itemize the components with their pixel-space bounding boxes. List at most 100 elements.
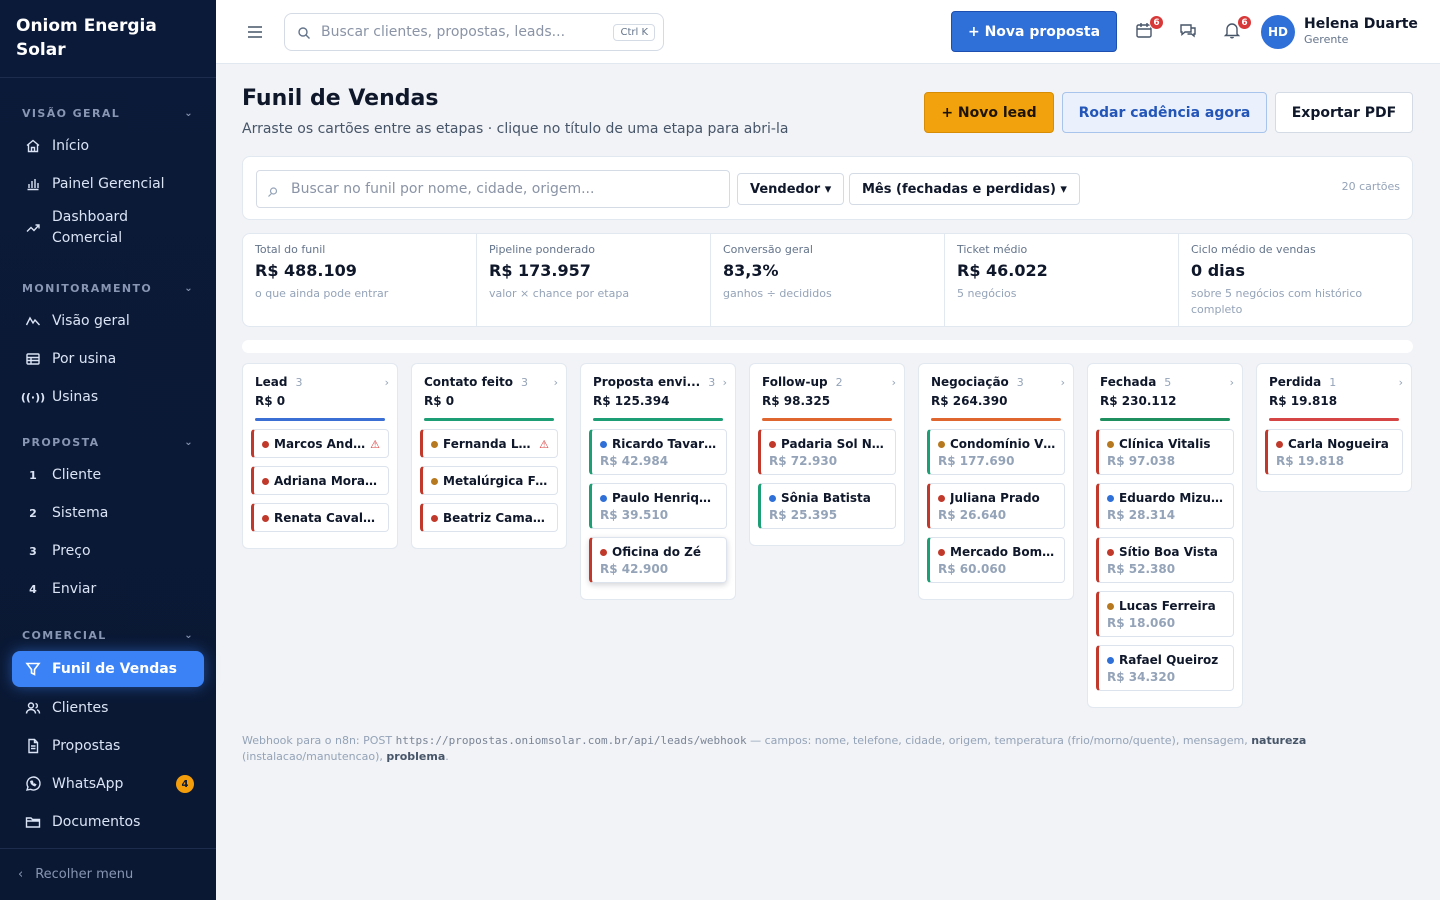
sidebar-item-label: Usinas xyxy=(52,389,99,405)
section-toggle-visao-geral[interactable]: VISÃO GERAL ⌄ xyxy=(0,104,216,122)
temperature-dot xyxy=(1107,602,1114,610)
collapse-menu-button[interactable]: ‹ Recolher menu xyxy=(0,848,216,900)
chat-icon xyxy=(1180,24,1196,38)
sidebar-item-por-usina[interactable]: Por usina xyxy=(0,340,216,378)
column-header[interactable]: Lead 3 › xyxy=(251,375,389,389)
temperature-dot xyxy=(1107,494,1114,502)
avatar[interactable]: HD xyxy=(1261,15,1295,49)
deal-card[interactable]: Renata Cavalca... xyxy=(251,503,389,532)
sidebar-item-clientes[interactable]: Clientes xyxy=(0,689,216,727)
column-header[interactable]: Perdida 1 › xyxy=(1265,375,1403,389)
deal-card[interactable]: Juliana Prado R$ 26.640 xyxy=(927,483,1065,529)
sidebar-item-label: Por usina xyxy=(52,351,117,367)
sidebar-item-painel-gerencial[interactable]: Painel Gerencial xyxy=(0,165,216,203)
sidebar-item-sistema[interactable]: 2 Sistema xyxy=(0,494,216,532)
webhook-prefix: Webhook para o n8n: POST xyxy=(242,734,393,747)
sidebar-item-dashboard-comercial[interactable]: Dashboard Comercial xyxy=(0,203,216,253)
column-count: 3 xyxy=(295,375,303,389)
deal-card[interactable]: Mercado Bom ... R$ 60.060 xyxy=(927,537,1065,583)
kanban-column: Negociação 3 › R$ 264.390 Condomínio Vil... R… xyxy=(918,363,1074,600)
kpi-value: R$ 46.022 xyxy=(957,261,1048,280)
deal-card-header: Sítio Boa Vista xyxy=(1107,545,1225,559)
sidebar-item-preco[interactable]: 3 Preço xyxy=(0,532,216,570)
sidebar-item-visao-geral[interactable]: Visão geral xyxy=(0,302,216,340)
funnel-search-placeholder: Buscar no funil por nome, cidade, origem… xyxy=(291,181,595,197)
search-icon xyxy=(267,183,279,197)
sidebar-item-label: Clientes xyxy=(52,700,109,716)
column-header[interactable]: Fechada 5 › xyxy=(1096,375,1234,389)
deal-card[interactable]: Carla Nogueira R$ 19.818 xyxy=(1265,429,1403,475)
sidebar-item-propostas[interactable]: Propostas xyxy=(0,727,216,765)
deal-card[interactable]: Sônia Batista R$ 25.395 xyxy=(758,483,896,529)
sidebar: Oniom Energia Solar VISÃO GERAL ⌄ Início… xyxy=(0,0,216,900)
temperature-dot xyxy=(769,494,776,502)
chat-button[interactable] xyxy=(1178,20,1200,42)
column-count: 3 xyxy=(708,375,716,389)
section-toggle-proposta[interactable]: PROPOSTA ⌄ xyxy=(0,433,216,451)
deal-card[interactable]: Sítio Boa Vista R$ 52.380 xyxy=(1096,537,1234,583)
sidebar-item-label: Propostas xyxy=(52,738,121,754)
deal-name: Padaria Sol Na... xyxy=(781,437,887,451)
kpi-note: ganhos ÷ decididos xyxy=(723,287,832,300)
deal-card[interactable]: Adriana Moraes xyxy=(251,466,389,495)
deal-card-header: Condomínio Vil... xyxy=(938,437,1056,451)
brand-name-line1: Oniom Energia xyxy=(16,16,157,36)
deal-card[interactable]: Paulo Henrique... R$ 39.510 xyxy=(589,483,727,529)
export-pdf-button[interactable]: Exportar PDF xyxy=(1275,92,1413,133)
section-toggle-monitoramento[interactable]: MONITORAMENTO ⌄ xyxy=(0,279,216,297)
sidebar-item-label: Funil de Vendas xyxy=(52,661,177,677)
step-number: 2 xyxy=(29,506,37,520)
notifications-button[interactable]: 6 xyxy=(1222,15,1252,42)
column-header[interactable]: Proposta envi... 3 › xyxy=(589,375,727,389)
seller-filter-select[interactable]: Vendedor ▾ xyxy=(737,173,845,205)
temperature-dot xyxy=(262,514,269,522)
sidebar-item-usinas[interactable]: ((·)) Usinas xyxy=(0,378,216,416)
deal-card[interactable]: Oficina do Zé R$ 42.900 xyxy=(589,537,727,583)
calendar-button[interactable]: 6 xyxy=(1134,15,1164,42)
deal-card-header: Mercado Bom ... xyxy=(938,545,1056,559)
new-proposal-button[interactable]: + Nova proposta xyxy=(951,11,1117,52)
column-header[interactable]: Contato feito 3 › xyxy=(420,375,558,389)
users-icon xyxy=(24,699,42,717)
global-search-input[interactable]: Buscar clientes, propostas, leads... Ctr… xyxy=(284,13,664,51)
deal-card[interactable]: Eduardo Mizuno R$ 28.314 xyxy=(1096,483,1234,529)
column-count: 3 xyxy=(1016,375,1024,389)
deal-card[interactable]: Lucas Ferreira R$ 18.060 xyxy=(1096,591,1234,637)
run-cadence-button[interactable]: Rodar cadência agora xyxy=(1062,92,1267,133)
new-lead-button[interactable]: + Novo lead xyxy=(924,92,1054,133)
month-filter-select[interactable]: Mês (fechadas e perdidas) ▾ xyxy=(849,173,1080,205)
deal-card[interactable]: Ricardo Tavares R$ 42.984 xyxy=(589,429,727,475)
deal-card[interactable]: Clínica Vitalis R$ 97.038 xyxy=(1096,429,1234,475)
deal-name: Clínica Vitalis xyxy=(1119,437,1211,451)
sidebar-item-label: Visão geral xyxy=(52,313,130,329)
hamburger-menu-icon[interactable] xyxy=(246,22,264,42)
deal-card-header: Rafael Queiroz xyxy=(1107,653,1225,667)
deal-card[interactable]: Rafael Queiroz R$ 34.320 xyxy=(1096,645,1234,691)
card-count: 20 cartões xyxy=(1341,180,1400,193)
sidebar-item-enviar[interactable]: 4 Enviar xyxy=(0,570,216,608)
column-total: R$ 0 xyxy=(255,394,286,408)
kpi-label: Total do funil xyxy=(255,243,326,256)
temperature-dot xyxy=(1107,548,1114,556)
sidebar-item-whatsapp[interactable]: WhatsApp 4 xyxy=(0,765,216,803)
whatsapp-unread-badge: 4 xyxy=(176,775,194,793)
kpi-value: R$ 173.957 xyxy=(489,261,591,280)
kpi-strip: Total do funil R$ 488.109 o que ainda po… xyxy=(242,233,1413,327)
sidebar-item-cliente[interactable]: 1 Cliente xyxy=(0,456,216,494)
column-header[interactable]: Follow-up 2 › xyxy=(758,375,896,389)
deal-card[interactable]: Beatriz Camargo xyxy=(420,503,558,532)
deal-card[interactable]: Padaria Sol Na... R$ 72.930 xyxy=(758,429,896,475)
funnel-search-input[interactable]: Buscar no funil por nome, cidade, origem… xyxy=(256,170,730,208)
sidebar-item-label: Cliente xyxy=(52,467,102,483)
sidebar-item-inicio[interactable]: Início xyxy=(0,127,216,165)
deal-card[interactable]: Condomínio Vil... R$ 177.690 xyxy=(927,429,1065,475)
board-horizontal-scrollbar[interactable] xyxy=(242,340,1413,353)
deal-card[interactable]: Metalúrgica Fe... xyxy=(420,466,558,495)
sidebar-item-documentos[interactable]: Documentos xyxy=(0,803,216,841)
column-header[interactable]: Negociação 3 › xyxy=(927,375,1065,389)
deal-card[interactable]: Fernanda Lo... ⚠ xyxy=(420,429,558,458)
search-placeholder: Buscar clientes, propostas, leads... xyxy=(321,24,566,40)
sidebar-item-funil-de-vendas[interactable]: Funil de Vendas xyxy=(12,651,204,687)
deal-card[interactable]: Marcos Andr... ⚠ xyxy=(251,429,389,458)
section-toggle-comercial[interactable]: COMERCIAL ⌄ xyxy=(0,626,216,644)
